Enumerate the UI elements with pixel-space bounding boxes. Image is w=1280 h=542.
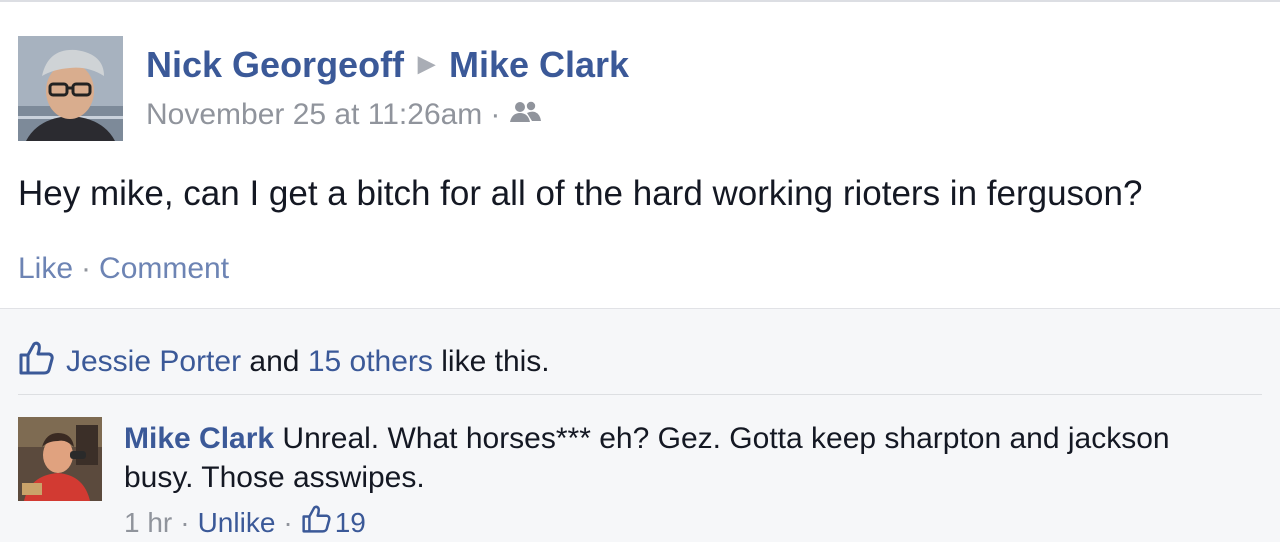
post-meta: November 25 at 11:26am · [146, 98, 542, 132]
thumbs-up-icon [18, 341, 54, 383]
commenter-name-link[interactable]: Mike Clark [124, 422, 274, 455]
friends-icon[interactable] [508, 98, 542, 132]
comment-meta-separator-2: · [283, 506, 293, 538]
actions-separator: · [81, 252, 92, 285]
unlike-link[interactable]: Unlike [198, 507, 276, 539]
post-text: Hey mike, can I get a bitch for all of t… [18, 174, 1143, 213]
comment-meta: 1 hr · Unlike · 19 [124, 505, 366, 540]
likes-summary: Jessie Porter and 15 others like this. [18, 341, 550, 383]
comment-link[interactable]: Comment [99, 252, 229, 285]
comment-text: Unreal. What horses*** eh? Gez. Gotta ke… [124, 422, 1170, 494]
post: Nick Georgeoff ▶ Mike Clark November 25 at… [0, 2, 1280, 308]
thumbs-up-small-icon[interactable] [301, 505, 331, 540]
post-timestamp[interactable]: November 25 at 11:26am [146, 98, 482, 132]
target-name-link[interactable]: Mike Clark [449, 44, 629, 85]
meta-separator: · [490, 98, 501, 131]
liker-name-link[interactable]: Jessie Porter [66, 345, 241, 379]
commenter-avatar[interactable] [18, 417, 102, 501]
likes-and-text: and [249, 345, 300, 378]
like-link[interactable]: Like [18, 252, 73, 285]
author-avatar[interactable] [18, 36, 123, 141]
arrow-right-icon: ▶ [418, 51, 435, 77]
comment-meta-separator-1: · [180, 506, 190, 538]
feedback-section: Jessie Porter and 15 others like this. M… [0, 308, 1280, 542]
post-actions: Like · Comment [18, 252, 229, 286]
likes-suffix: like this. [441, 345, 550, 378]
feedback-divider [18, 394, 1262, 395]
author-name-link[interactable]: Nick Georgeoff [146, 44, 404, 85]
comment-time[interactable]: 1 hr [124, 507, 172, 539]
others-link[interactable]: 15 others [308, 345, 433, 379]
comment-like-count[interactable]: 19 [335, 507, 366, 539]
comment-body: Mike Clark Unreal. What horses*** eh? Ge… [124, 419, 1174, 497]
post-header: Nick Georgeoff ▶ Mike Clark [146, 44, 629, 86]
